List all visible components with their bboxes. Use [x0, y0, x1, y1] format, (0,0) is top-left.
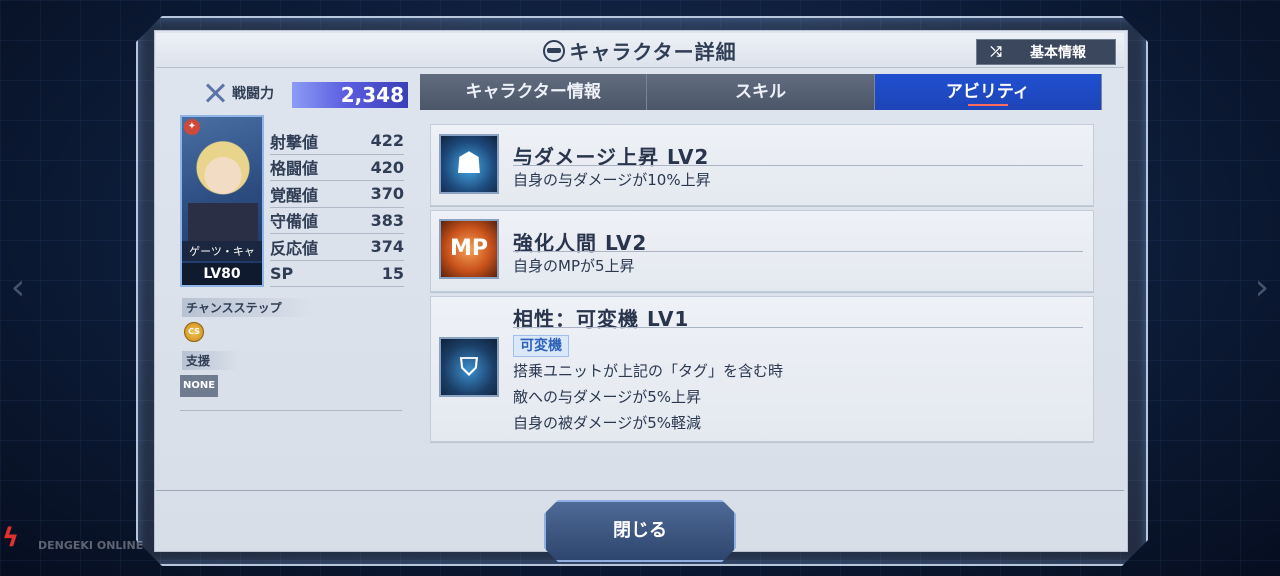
stat-row-shooting: 射撃値 422	[270, 128, 404, 155]
lightning-logo-icon: ϟ	[2, 523, 20, 553]
shuffle-icon: ⤮	[990, 44, 1002, 60]
attack-type-icon: ✦	[184, 119, 200, 135]
stat-value: 383	[370, 210, 404, 230]
crossed-swords-icon	[204, 82, 226, 104]
unit-tag-badge: 可変機	[513, 335, 569, 357]
tab-bar: キャラクター情報 スキル アビリティ	[420, 74, 1102, 110]
combat-power-label: 戦闘力	[232, 86, 274, 102]
ability-underline	[513, 251, 1083, 252]
character-portrait	[188, 137, 258, 247]
ability-description: 搭乗ユニットが上記の「タグ」を含む時	[513, 362, 784, 380]
stat-label: 射撃値	[270, 132, 319, 152]
stat-label: 格闘値	[270, 159, 319, 179]
stat-row-reaction: 反応値 374	[270, 234, 404, 261]
next-arrow-icon[interactable]: ›	[1248, 268, 1276, 308]
ability-description: 自身の与ダメージが10%上昇	[513, 171, 711, 189]
character-card[interactable]: ✦ ゲーツ・キャ LV80	[180, 115, 264, 287]
mp-icon-text: MP	[449, 236, 489, 261]
stat-value: 420	[370, 157, 404, 177]
support-label: 支援	[182, 351, 241, 370]
tab-skill[interactable]: スキル	[647, 74, 875, 110]
ability-card: ⛉ 相性：可変機 LV1 可変機 搭乗ユニットが上記の「タグ」を含む時 敵への与…	[430, 296, 1094, 442]
pilot-damage-up-icon: ☗	[439, 134, 499, 194]
basic-info-label: 基本情報	[1030, 45, 1086, 61]
combat-power-value: 2,348	[292, 82, 408, 108]
helmet-icon	[543, 40, 566, 62]
chance-step-label: チャンスステップ	[182, 298, 312, 317]
stat-row-sp: SP 15	[270, 261, 404, 287]
stat-value: 15	[381, 263, 404, 283]
stat-value: 422	[370, 131, 404, 151]
basic-info-button[interactable]: ⤮ 基本情報	[976, 39, 1116, 65]
stat-row-melee: 格闘値 420	[270, 155, 404, 181]
ability-underline	[513, 327, 1083, 328]
ability-description: 自身のMPが5上昇	[513, 257, 635, 275]
ability-description: 自身の被ダメージが5%軽減	[513, 414, 702, 432]
stat-value: 374	[370, 237, 404, 257]
stat-label: 覚醒値	[270, 185, 319, 205]
mp-icon: MP	[439, 219, 499, 279]
ability-card: ☗ 与ダメージ上昇 LV2 自身の与ダメージが10%上昇	[430, 124, 1094, 206]
watermark-text: DENGEKI ONLINE	[38, 539, 144, 552]
stat-label: 守備値	[270, 212, 319, 232]
character-name: ゲーツ・キャ	[182, 241, 262, 261]
affinity-unit-icon: ⛉	[439, 337, 499, 397]
tab-character-info[interactable]: キャラクター情報	[420, 74, 648, 110]
ability-card: MP 強化人間 LV2 自身のMPが5上昇	[430, 210, 1094, 292]
tab-ability[interactable]: アビリティ	[874, 74, 1102, 110]
character-level: LV80	[182, 263, 262, 285]
close-button[interactable]: 閉じる	[544, 500, 736, 562]
footer-divider	[156, 490, 1124, 491]
support-value: NONE	[180, 375, 218, 397]
combat-power-row: 戦闘力	[204, 82, 274, 104]
stat-row-defense: 守備値 383	[270, 208, 404, 234]
stat-value: 370	[370, 184, 404, 204]
ability-underline	[513, 165, 1083, 166]
stat-label: SP	[270, 263, 294, 283]
ability-description: 敵への与ダメージが5%上昇	[513, 388, 702, 406]
left-divider	[180, 410, 402, 411]
chance-step-coin-icon[interactable]: CS	[184, 322, 204, 342]
stats-list: 射撃値 422 格闘値 420 覚醒値 370 守備値 383 反応値 374 SP 15	[270, 128, 404, 287]
page-title-text: キャラクター詳細	[569, 40, 737, 64]
stat-label: 反応値	[270, 238, 319, 258]
prev-arrow-icon[interactable]: ‹	[4, 268, 32, 308]
stat-row-awakening: 覚醒値 370	[270, 181, 404, 208]
